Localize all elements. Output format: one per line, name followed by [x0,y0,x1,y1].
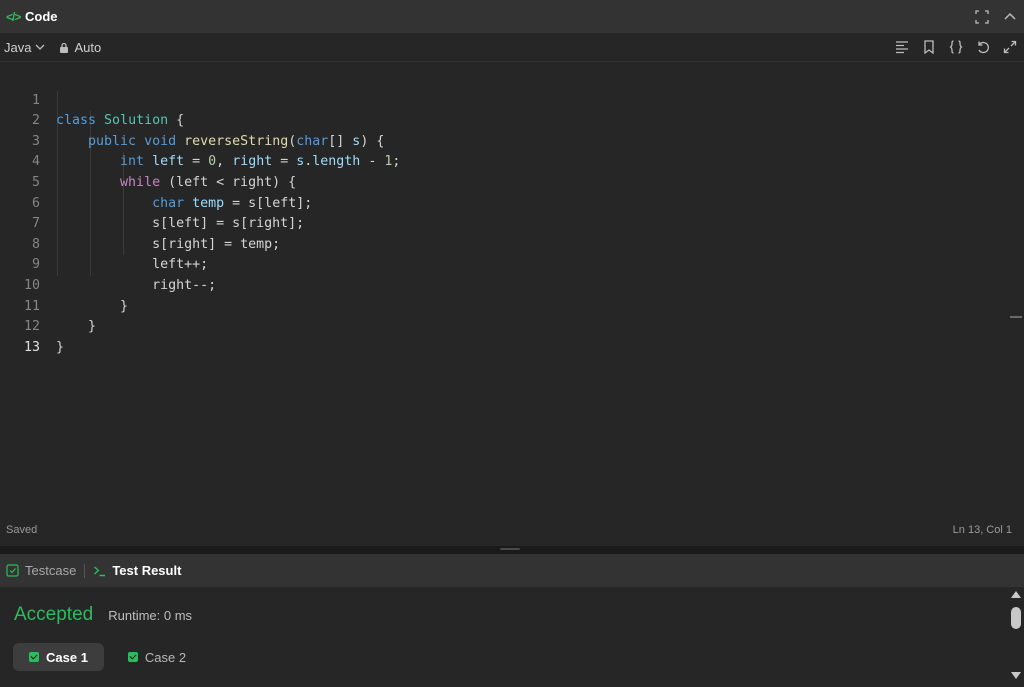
editor-scrollbar-marker[interactable] [1010,316,1022,318]
code-line: 1 class Solution { [0,70,1010,129]
code-line: 12 } [0,297,1010,355]
chevron-down-icon [36,44,45,50]
runtime-text: Runtime: 0 ms [108,608,193,623]
result-tabs: Testcase Test Result [0,554,1024,587]
bookmark-icon[interactable] [921,39,937,55]
scrollbar-thumb[interactable] [1011,607,1021,629]
check-icon [127,652,138,662]
braces-icon[interactable] [948,39,964,55]
line-code: } [56,339,65,355]
cursor-position: Ln 13, Col 1 [952,524,1012,536]
auto-mode-label: Auto [74,39,102,55]
code-line: 8 left++; [0,214,1010,273]
drag-handle[interactable] [500,548,520,550]
code-line: 3 int left = 0, right = s.length - 1; [0,111,1010,170]
tab-separator [84,563,86,578]
code-line: 11 } [0,276,1010,335]
code-line: 10 } [0,255,1010,314]
collapse-chevron-up-icon[interactable] [1002,9,1018,25]
case-label: Case 2 [144,649,187,665]
editor-status-bar: Saved Ln 13, Col 1 [0,520,1024,540]
line-number: 13 [23,339,40,355]
editor-toolbar: Java Auto [0,33,1024,62]
code-line: 9 right--; [0,235,1010,293]
terminal-icon [94,566,106,577]
code-line: 6 s[left] = s[right]; [0,173,1010,232]
code-line-active: 13 [0,317,1010,355]
panel-header: </> Code [0,0,1024,33]
format-icon[interactable] [894,39,910,55]
undo-icon[interactable] [975,39,991,55]
tab-testcase[interactable]: Testcase [6,563,76,578]
case-tab-1[interactable]: Case 1 [13,643,104,671]
check-icon [29,652,39,662]
code-editor-panel: </> Code Java Auto 1 class Solution {2 … [0,0,1024,546]
case-label: Case 1 [46,649,88,665]
code-line: 2 public void reverseString(char[] s) { [0,91,1010,149]
panel-title: Code [25,9,58,24]
scroll-down-arrow-icon[interactable] [1011,672,1021,679]
tab-testcase-label: Testcase [25,563,77,578]
code-brackets-icon: </> [6,9,21,24]
case-tabs: Case 1 Case 2 [13,643,202,671]
tab-test-result-label: Test Result [112,563,182,578]
tab-test-result[interactable]: Test Result [93,563,181,578]
code-line: 7 s[right] = temp; [0,194,1010,252]
fullscreen-icon[interactable] [974,9,990,25]
code-editor[interactable]: 1 class Solution { 2 public void reverse… [0,70,1010,510]
case-tab-2[interactable]: Case 2 [112,643,202,671]
lock-icon [60,42,69,53]
expand-icon[interactable] [1002,39,1018,55]
verdict-text: Accepted [14,604,94,625]
scroll-up-arrow-icon[interactable] [1011,591,1021,598]
language-select[interactable]: Java [4,40,45,55]
auto-mode-toggle[interactable]: Auto [59,40,101,55]
code-line: 4 while (left < right) { [0,132,1010,190]
language-label: Java [4,39,32,55]
result-body: Accepted Runtime: 0 ms Case 1 Case 2 [0,587,1008,687]
code-line: 5 char temp = s[left]; [0,152,1010,211]
result-panel: Testcase Test Result Accepted Runtime: 0… [0,554,1024,687]
result-scrollbar[interactable] [1008,587,1024,687]
checkbox-icon [6,564,19,577]
save-status: Saved [6,524,38,536]
panel-resize-divider[interactable] [0,546,1024,554]
verdict-row: Accepted Runtime: 0 ms [14,604,192,626]
